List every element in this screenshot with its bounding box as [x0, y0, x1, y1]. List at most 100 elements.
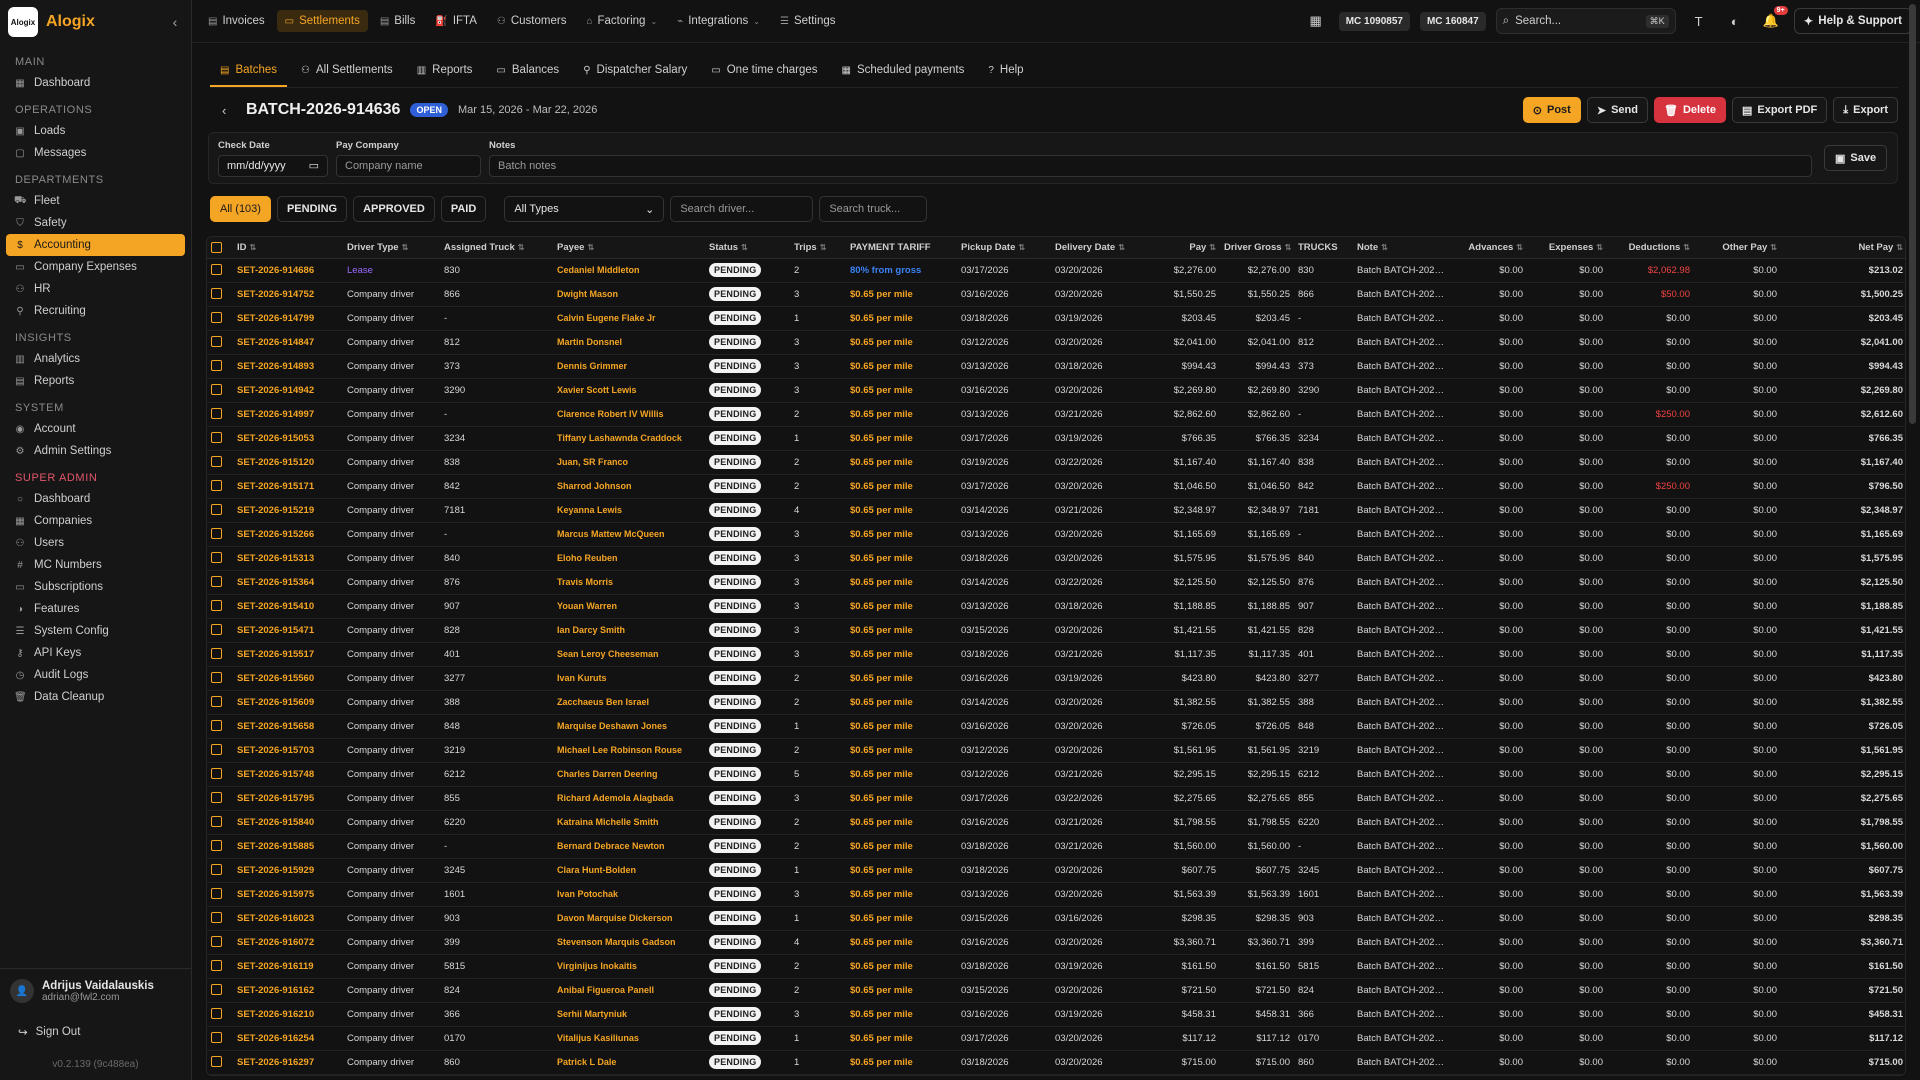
payee-link[interactable]: Cedaniel Middleton — [557, 265, 640, 275]
tab-reports[interactable]: ▥ Reports — [407, 55, 483, 87]
row-checkbox[interactable] — [211, 624, 222, 636]
table-row[interactable]: SET-2026-915171 Company driver 842 Sharrod … — [207, 474, 1905, 499]
payee-link[interactable]: Travis Morris — [557, 577, 613, 587]
settlement-id-link[interactable]: SET-2026-916297 — [237, 1057, 314, 1068]
row-checkbox[interactable] — [211, 792, 222, 804]
settlement-id-link[interactable]: SET-2026-915364 — [237, 577, 314, 588]
sidebar-item-reports[interactable]: ▤ Reports — [6, 370, 185, 392]
sidebar-item-messages[interactable]: ▢ Messages — [6, 142, 185, 164]
row-checkbox[interactable] — [211, 672, 222, 684]
building-icon[interactable]: ▦ — [1303, 8, 1329, 34]
table-row[interactable]: SET-2026-915560 Company driver 3277 Ivan Ku… — [207, 666, 1905, 691]
row-checkbox[interactable] — [211, 600, 222, 612]
topnav-integrations[interactable]: ⌁ Integrations ⌄ — [669, 10, 768, 32]
column-header-deductions[interactable]: Deductions ⇅ — [1607, 237, 1694, 259]
table-row[interactable]: SET-2026-916162 Company driver 824 Anibal F… — [207, 978, 1905, 1003]
row-checkbox[interactable] — [211, 984, 222, 996]
table-row[interactable]: SET-2026-914752 Company driver 866 Dwight M… — [207, 282, 1905, 307]
row-checkbox[interactable] — [211, 384, 222, 396]
payee-link[interactable]: Xavier Scott Lewis — [557, 385, 637, 395]
bell-icon[interactable]: 🔔 9+ — [1758, 6, 1788, 34]
settlement-id-link[interactable]: SET-2026-915517 — [237, 649, 314, 660]
send-button[interactable]: ➤ Send — [1586, 97, 1648, 123]
palette-icon[interactable]: ◐ — [1722, 8, 1748, 34]
table-row[interactable]: SET-2026-915840 Company driver 6220 Katrain… — [207, 810, 1905, 835]
table-row[interactable]: SET-2026-915975 Company driver 1601 Ivan Po… — [207, 882, 1905, 907]
row-checkbox[interactable] — [211, 576, 222, 588]
row-checkbox[interactable] — [211, 864, 222, 876]
settlement-id-link[interactable]: SET-2026-915748 — [237, 769, 314, 780]
tab-scheduled-payments[interactable]: ▦ Scheduled payments — [832, 55, 975, 87]
mc-number-badge[interactable]: MC 160847 — [1419, 11, 1486, 31]
sidebar-item-hr[interactable]: ⚇ HR — [6, 278, 185, 300]
help-support-button[interactable]: ✦ Help & Support — [1793, 8, 1912, 34]
payee-link[interactable]: Stevenson Marquis Gadson — [557, 937, 676, 947]
settlement-id-link[interactable]: SET-2026-914997 — [237, 409, 314, 420]
column-header-other-pay[interactable]: Other Pay ⇅ — [1694, 237, 1781, 259]
table-row[interactable]: SET-2026-916210 Company driver 366 Serhii M… — [207, 1002, 1905, 1027]
tab-batches[interactable]: ▤ Batches — [210, 55, 288, 87]
table-row[interactable]: SET-2026-916072 Company driver 399 Stevenso… — [207, 930, 1905, 955]
table-row[interactable]: SET-2026-915748 Company driver 6212 Charles… — [207, 762, 1905, 787]
export-pdf-button[interactable]: ▤ Export PDF — [1731, 97, 1828, 123]
tab-help[interactable]: ? Help — [978, 55, 1033, 87]
payee-link[interactable]: Virginijus Inokaitis — [557, 961, 637, 971]
row-checkbox[interactable] — [211, 504, 222, 516]
settlement-id-link[interactable]: SET-2026-915703 — [237, 745, 314, 756]
table-row[interactable]: SET-2026-915219 Company driver 7181 Keyanna… — [207, 498, 1905, 523]
settlement-id-link[interactable]: SET-2026-915053 — [237, 433, 314, 444]
table-row[interactable]: SET-2026-915313 Company driver 840 Eloho Re… — [207, 546, 1905, 571]
settlement-id-link[interactable]: SET-2026-914847 — [237, 337, 314, 348]
back-icon[interactable]: ‹ — [222, 103, 236, 118]
tab-one-time-charges[interactable]: ▭ One time charges — [701, 55, 827, 87]
column-header-advances[interactable]: Advances ⇅ — [1449, 237, 1527, 259]
row-checkbox[interactable] — [211, 1008, 222, 1020]
row-checkbox[interactable] — [211, 288, 222, 300]
table-row[interactable]: SET-2026-916297 Company driver 860 Patrick … — [207, 1050, 1905, 1075]
settlement-id-link[interactable]: SET-2026-914752 — [237, 289, 314, 300]
row-checkbox[interactable] — [211, 552, 222, 564]
payee-link[interactable]: Charles Darren Deering — [557, 769, 658, 779]
status-filter-paid[interactable]: PAID — [440, 196, 487, 222]
sign-out-button[interactable]: ↪ Sign Out — [10, 1003, 181, 1047]
payee-link[interactable]: Davon Marquise Dickerson — [557, 913, 673, 923]
table-row[interactable]: SET-2026-915609 Company driver 388 Zacchaeu… — [207, 690, 1905, 715]
table-row[interactable]: SET-2026-916254 Company driver 0170 Vitalij… — [207, 1026, 1905, 1051]
export-button[interactable]: ⤓ Export — [1833, 97, 1898, 123]
table-row[interactable]: SET-2026-915517 Company driver 401 Sean Ler… — [207, 642, 1905, 667]
settlement-id-link[interactable]: SET-2026-915658 — [237, 721, 314, 732]
table-row[interactable]: SET-2026-915410 Company driver 907 Youan Wa… — [207, 594, 1905, 619]
payee-link[interactable]: Richard Ademola Alagbada — [557, 793, 673, 803]
payee-link[interactable]: Michael Lee Robinson Rouse — [557, 745, 682, 755]
payee-link[interactable]: Ivan Kuruts — [557, 673, 607, 683]
table-row[interactable]: SET-2026-914799 Company driver - Calvin Eug… — [207, 306, 1905, 331]
column-header-net-pay[interactable]: Net Pay ⇅ — [1781, 237, 1905, 259]
column-header-pay[interactable]: Pay ⇅ — [1147, 237, 1220, 259]
sidebar-item-admin-settings[interactable]: ⚙ Admin Settings — [6, 440, 185, 462]
select-all-checkbox[interactable] — [211, 241, 222, 253]
table-row[interactable]: SET-2026-916023 Company driver 903 Davon Ma… — [207, 906, 1905, 931]
row-checkbox[interactable] — [211, 432, 222, 444]
topnav-settlements[interactable]: ▭ Settlements — [276, 10, 368, 32]
column-header-pickup-date[interactable]: Pickup Date ⇅ — [957, 237, 1051, 259]
table-row[interactable]: SET-2026-915795 Company driver 855 Richard … — [207, 786, 1905, 811]
settlement-id-link[interactable]: SET-2026-915266 — [237, 529, 314, 540]
payee-link[interactable]: Tiffany Lashawnda Craddock — [557, 433, 682, 443]
tab-balances[interactable]: ▭ Balances — [486, 55, 569, 87]
topnav-bills[interactable]: ▤ Bills — [372, 10, 424, 32]
topnav-ifta[interactable]: ⛽ IFTA — [427, 10, 485, 32]
table-row[interactable]: SET-2026-914893 Company driver 373 Dennis G… — [207, 354, 1905, 379]
row-checkbox[interactable] — [211, 816, 222, 828]
settlement-id-link[interactable]: SET-2026-915171 — [237, 481, 314, 492]
sidebar-item-recruiting[interactable]: ⚲ Recruiting — [6, 300, 185, 322]
settlement-id-link[interactable]: SET-2026-916254 — [237, 1033, 314, 1044]
row-checkbox[interactable] — [211, 744, 222, 756]
page-scrollbar[interactable] — [1909, 4, 1916, 424]
table-row[interactable]: SET-2026-914686 Lease 830 Cedaniel Middleto… — [207, 258, 1905, 283]
sidebar-item-api-keys[interactable]: ⚷ API Keys — [6, 642, 185, 664]
brand-logo[interactable]: Alogix — [8, 7, 38, 37]
sidebar-item-subscriptions[interactable]: ▭ Subscriptions — [6, 576, 185, 598]
settlement-id-link[interactable]: SET-2026-914942 — [237, 385, 314, 396]
payee-link[interactable]: Dennis Grimmer — [557, 361, 627, 371]
check-date-input[interactable]: mm/dd/yyyy ▭ — [218, 154, 328, 177]
